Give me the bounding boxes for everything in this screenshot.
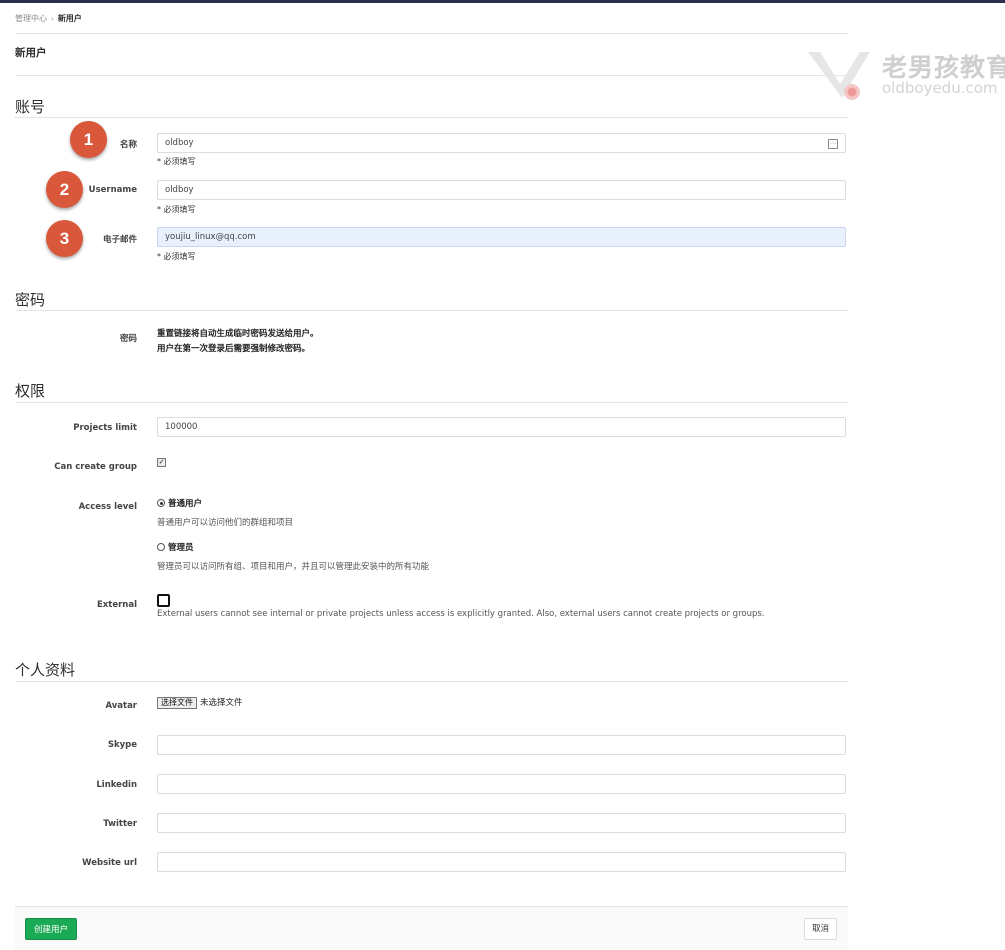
breadcrumb-separator-icon: › <box>51 15 54 23</box>
email-label: 电子邮件 <box>102 235 137 245</box>
no-file-status: 未选择文件 <box>200 698 243 708</box>
can-create-group-label: Can create group <box>54 462 137 472</box>
can-create-group-checkbox[interactable]: ✓ <box>157 458 166 467</box>
logo-v-icon <box>808 52 870 100</box>
password-change-note: 用户在第一次登录后需要强制修改密码。 <box>157 344 311 354</box>
username-input[interactable]: oldboy <box>157 180 846 200</box>
username-input-value: oldboy <box>165 185 194 195</box>
email-input[interactable]: youjiu_linux@qq.com <box>157 227 846 247</box>
section-title-password: 密码 <box>15 291 46 309</box>
access-level-admin-option[interactable]: 管理员 <box>157 541 194 553</box>
projects-limit-value: 100000 <box>165 422 198 432</box>
divider <box>15 402 848 403</box>
linkedin-input[interactable] <box>157 774 846 794</box>
skype-input[interactable] <box>157 735 846 755</box>
form-actions: 创建用户 取消 <box>15 906 848 950</box>
twitter-input[interactable] <box>157 813 846 833</box>
password-reset-note: 重置链接将自动生成临时密码发送给用户。 <box>157 329 319 339</box>
projects-limit-label: Projects limit <box>73 423 137 433</box>
admin-label: 管理员 <box>168 543 194 553</box>
breadcrumb-current: 新用户 <box>57 14 82 23</box>
watermark-logo: 老男孩教育 oldboyedu.com <box>806 48 1005 108</box>
autofill-icon[interactable]: ⋯ <box>828 139 838 149</box>
website-url-label: Website url <box>82 858 137 868</box>
website-url-input[interactable] <box>157 852 846 872</box>
external-checkbox[interactable] <box>157 594 170 607</box>
name-required-hint: * 必须填写 <box>157 157 196 166</box>
radio-selected-icon[interactable] <box>157 499 165 507</box>
name-input[interactable]: oldboy ⋯ <box>157 133 846 153</box>
step-badge-1: 1 <box>70 121 107 158</box>
section-title-profile: 个人资料 <box>15 661 76 679</box>
external-label: External <box>96 600 137 610</box>
projects-limit-input[interactable]: 100000 <box>157 417 846 437</box>
breadcrumb: 管理中心 › 新用户 <box>15 13 82 24</box>
checkmark-icon: ✓ <box>158 458 165 466</box>
external-description: External users cannot see internal or pr… <box>157 609 765 619</box>
admin-description: 管理员可以访问所有组、项目和用户，并且可以管理此安装中的所有功能 <box>157 562 430 572</box>
regular-user-description: 普通用户可以访问他们的群组和项目 <box>157 518 294 528</box>
linkedin-label: Linkedin <box>96 780 137 790</box>
skype-label: Skype <box>107 740 137 750</box>
name-input-value: oldboy <box>165 138 194 148</box>
divider <box>15 33 848 34</box>
twitter-label: Twitter <box>103 819 137 829</box>
avatar-file-picker: 选择文件 未选择文件 <box>157 696 243 709</box>
top-bar <box>0 0 1005 3</box>
email-required-hint: * 必须填写 <box>157 252 196 261</box>
divider <box>15 117 848 118</box>
create-user-button[interactable]: 创建用户 <box>25 918 78 940</box>
radio-unselected-icon[interactable] <box>157 543 165 551</box>
page-title: 新用户 <box>15 47 47 59</box>
breadcrumb-admin-link[interactable]: 管理中心 <box>15 14 47 23</box>
name-label: 名称 <box>119 140 137 150</box>
divider <box>15 310 848 311</box>
step-badge-3: 3 <box>46 220 83 257</box>
password-label: 密码 <box>119 334 137 344</box>
access-level-regular-option[interactable]: 普通用户 <box>157 497 202 509</box>
divider <box>15 681 848 682</box>
username-label: Username <box>88 185 137 195</box>
access-level-label: Access level <box>78 502 137 512</box>
avatar-label: Avatar <box>105 701 137 711</box>
section-title-access: 权限 <box>15 382 46 400</box>
watermark-subtitle: oldboyedu.com <box>882 79 998 97</box>
step-badge-2: 2 <box>46 171 83 208</box>
cancel-button[interactable]: 取消 <box>803 918 837 940</box>
username-required-hint: * 必须填写 <box>157 205 196 214</box>
choose-file-button[interactable]: 选择文件 <box>157 697 197 709</box>
email-input-value: youjiu_linux@qq.com <box>165 232 256 242</box>
section-title-account: 账号 <box>15 98 46 116</box>
divider <box>15 75 848 76</box>
regular-user-label: 普通用户 <box>168 499 203 509</box>
